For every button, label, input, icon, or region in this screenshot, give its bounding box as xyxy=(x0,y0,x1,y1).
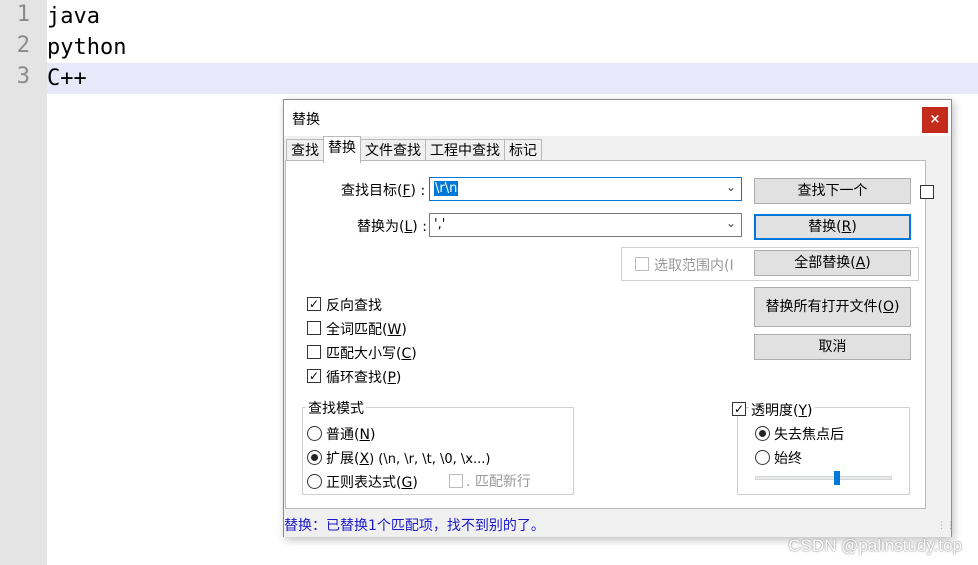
line-number: 1 xyxy=(16,2,30,27)
transparency-slider-track[interactable] xyxy=(755,476,892,480)
replace-with-value: ',' xyxy=(434,217,446,232)
cancel-button[interactable]: 取消 xyxy=(754,334,911,360)
search-mode-extended-radio[interactable] xyxy=(307,450,322,465)
wrap-around-checkbox[interactable]: ✓ xyxy=(307,369,321,383)
in-selection-label: 选取范围内(I xyxy=(654,258,734,274)
code-line[interactable]: python xyxy=(47,32,978,63)
match-case-label: 匹配大小写(C) xyxy=(326,346,417,362)
line-number-gutter: 1 2 3 xyxy=(0,0,47,565)
tab-mark[interactable]: 标记 xyxy=(504,139,542,162)
transparency-always-label: 始终 xyxy=(774,451,802,467)
wrap-around-label: 循环查找(P) xyxy=(326,370,402,386)
chevron-down-icon[interactable]: ⌄ xyxy=(726,216,736,230)
line-number: 2 xyxy=(16,33,30,58)
status-bar: 替换：已替换1个匹配项，找不到别的了。 ⋮⋮ xyxy=(284,510,955,537)
resize-grip-icon[interactable]: ⋮⋮ xyxy=(937,522,955,535)
watermark: CSDN @palinstudy.top xyxy=(788,536,962,555)
transparency-label: 透明度(Y) xyxy=(749,400,815,420)
backward-label: 反向查找 xyxy=(326,298,382,314)
code-line[interactable]: java xyxy=(47,1,978,32)
tab-find-in-projects[interactable]: 工程中查找 xyxy=(425,139,505,162)
replace-all-open-docs-button[interactable]: 替换所有打开文件(O) xyxy=(754,287,911,327)
replace-with-input[interactable]: ',' ⌄ xyxy=(429,213,742,237)
find-what-input[interactable]: \r\n ⌄ xyxy=(429,177,742,201)
replace-dialog: 替换 × 查找 替换 文件查找 工程中查找 标记 查找目标(F) : \r\n … xyxy=(283,99,955,537)
transparency-checkbox[interactable]: ✓ xyxy=(732,402,746,416)
line-number: 3 xyxy=(16,64,30,89)
whole-word-label: 全词匹配(W) xyxy=(326,322,407,338)
backward-checkbox[interactable]: ✓ xyxy=(307,297,321,311)
tab-find-in-files[interactable]: 文件查找 xyxy=(360,139,426,162)
transparency-always-radio[interactable] xyxy=(755,450,770,465)
transparency-slider-thumb[interactable] xyxy=(834,471,840,485)
find-next-button[interactable]: 查找下一个 xyxy=(754,178,911,204)
transparency-on-lose-focus-radio[interactable] xyxy=(755,426,770,441)
find-what-value: \r\n xyxy=(434,181,459,196)
status-message: 替换：已替换1个匹配项，找不到别的了。 xyxy=(284,518,545,534)
code-line-current[interactable]: C++ xyxy=(47,63,978,94)
dot-matches-newline-checkbox[interactable] xyxy=(449,474,463,488)
search-mode-regex-radio[interactable] xyxy=(307,474,322,489)
replace-all-button[interactable]: 全部替换(A) xyxy=(754,250,911,276)
transparency-on-lose-focus-label: 失去焦点后 xyxy=(774,427,844,443)
search-mode-regex-label: 正则表达式(G) xyxy=(326,475,418,491)
whole-word-checkbox[interactable] xyxy=(307,321,321,335)
chevron-down-icon[interactable]: ⌄ xyxy=(726,180,736,194)
dot-matches-newline-label: . 匹配新行 xyxy=(466,474,531,490)
search-mode-normal-radio[interactable] xyxy=(307,426,322,441)
match-case-checkbox[interactable] xyxy=(307,345,321,359)
close-icon: × xyxy=(929,112,941,127)
replace-with-label: 替换为(L) : xyxy=(357,219,427,235)
find-what-label: 查找目标(F) : xyxy=(341,183,426,199)
replace-button[interactable]: 替换(R) xyxy=(754,214,911,240)
tab-replace[interactable]: 替换 xyxy=(323,136,361,163)
replace-panel: 查找目标(F) : \r\n ⌄ 替换为(L) : ',' ⌄ 查找下一个 替换… xyxy=(285,160,934,509)
search-mode-extended-label: 扩展(X) (\n, \r, \t, \0, \x...) xyxy=(326,451,491,467)
tab-find[interactable]: 查找 xyxy=(286,139,324,162)
search-mode-normal-label: 普通(N) xyxy=(326,427,376,443)
in-selection-checkbox[interactable] xyxy=(635,257,649,271)
dialog-title: 替换 xyxy=(292,112,320,128)
close-button[interactable]: × xyxy=(922,107,948,133)
dialog-tabs: 查找 替换 文件查找 工程中查找 标记 xyxy=(286,136,542,163)
dialog-titlebar[interactable]: 替换 × xyxy=(284,100,951,136)
search-mode-title: 查找模式 xyxy=(306,398,366,418)
find-next-option-checkbox[interactable] xyxy=(920,185,934,199)
